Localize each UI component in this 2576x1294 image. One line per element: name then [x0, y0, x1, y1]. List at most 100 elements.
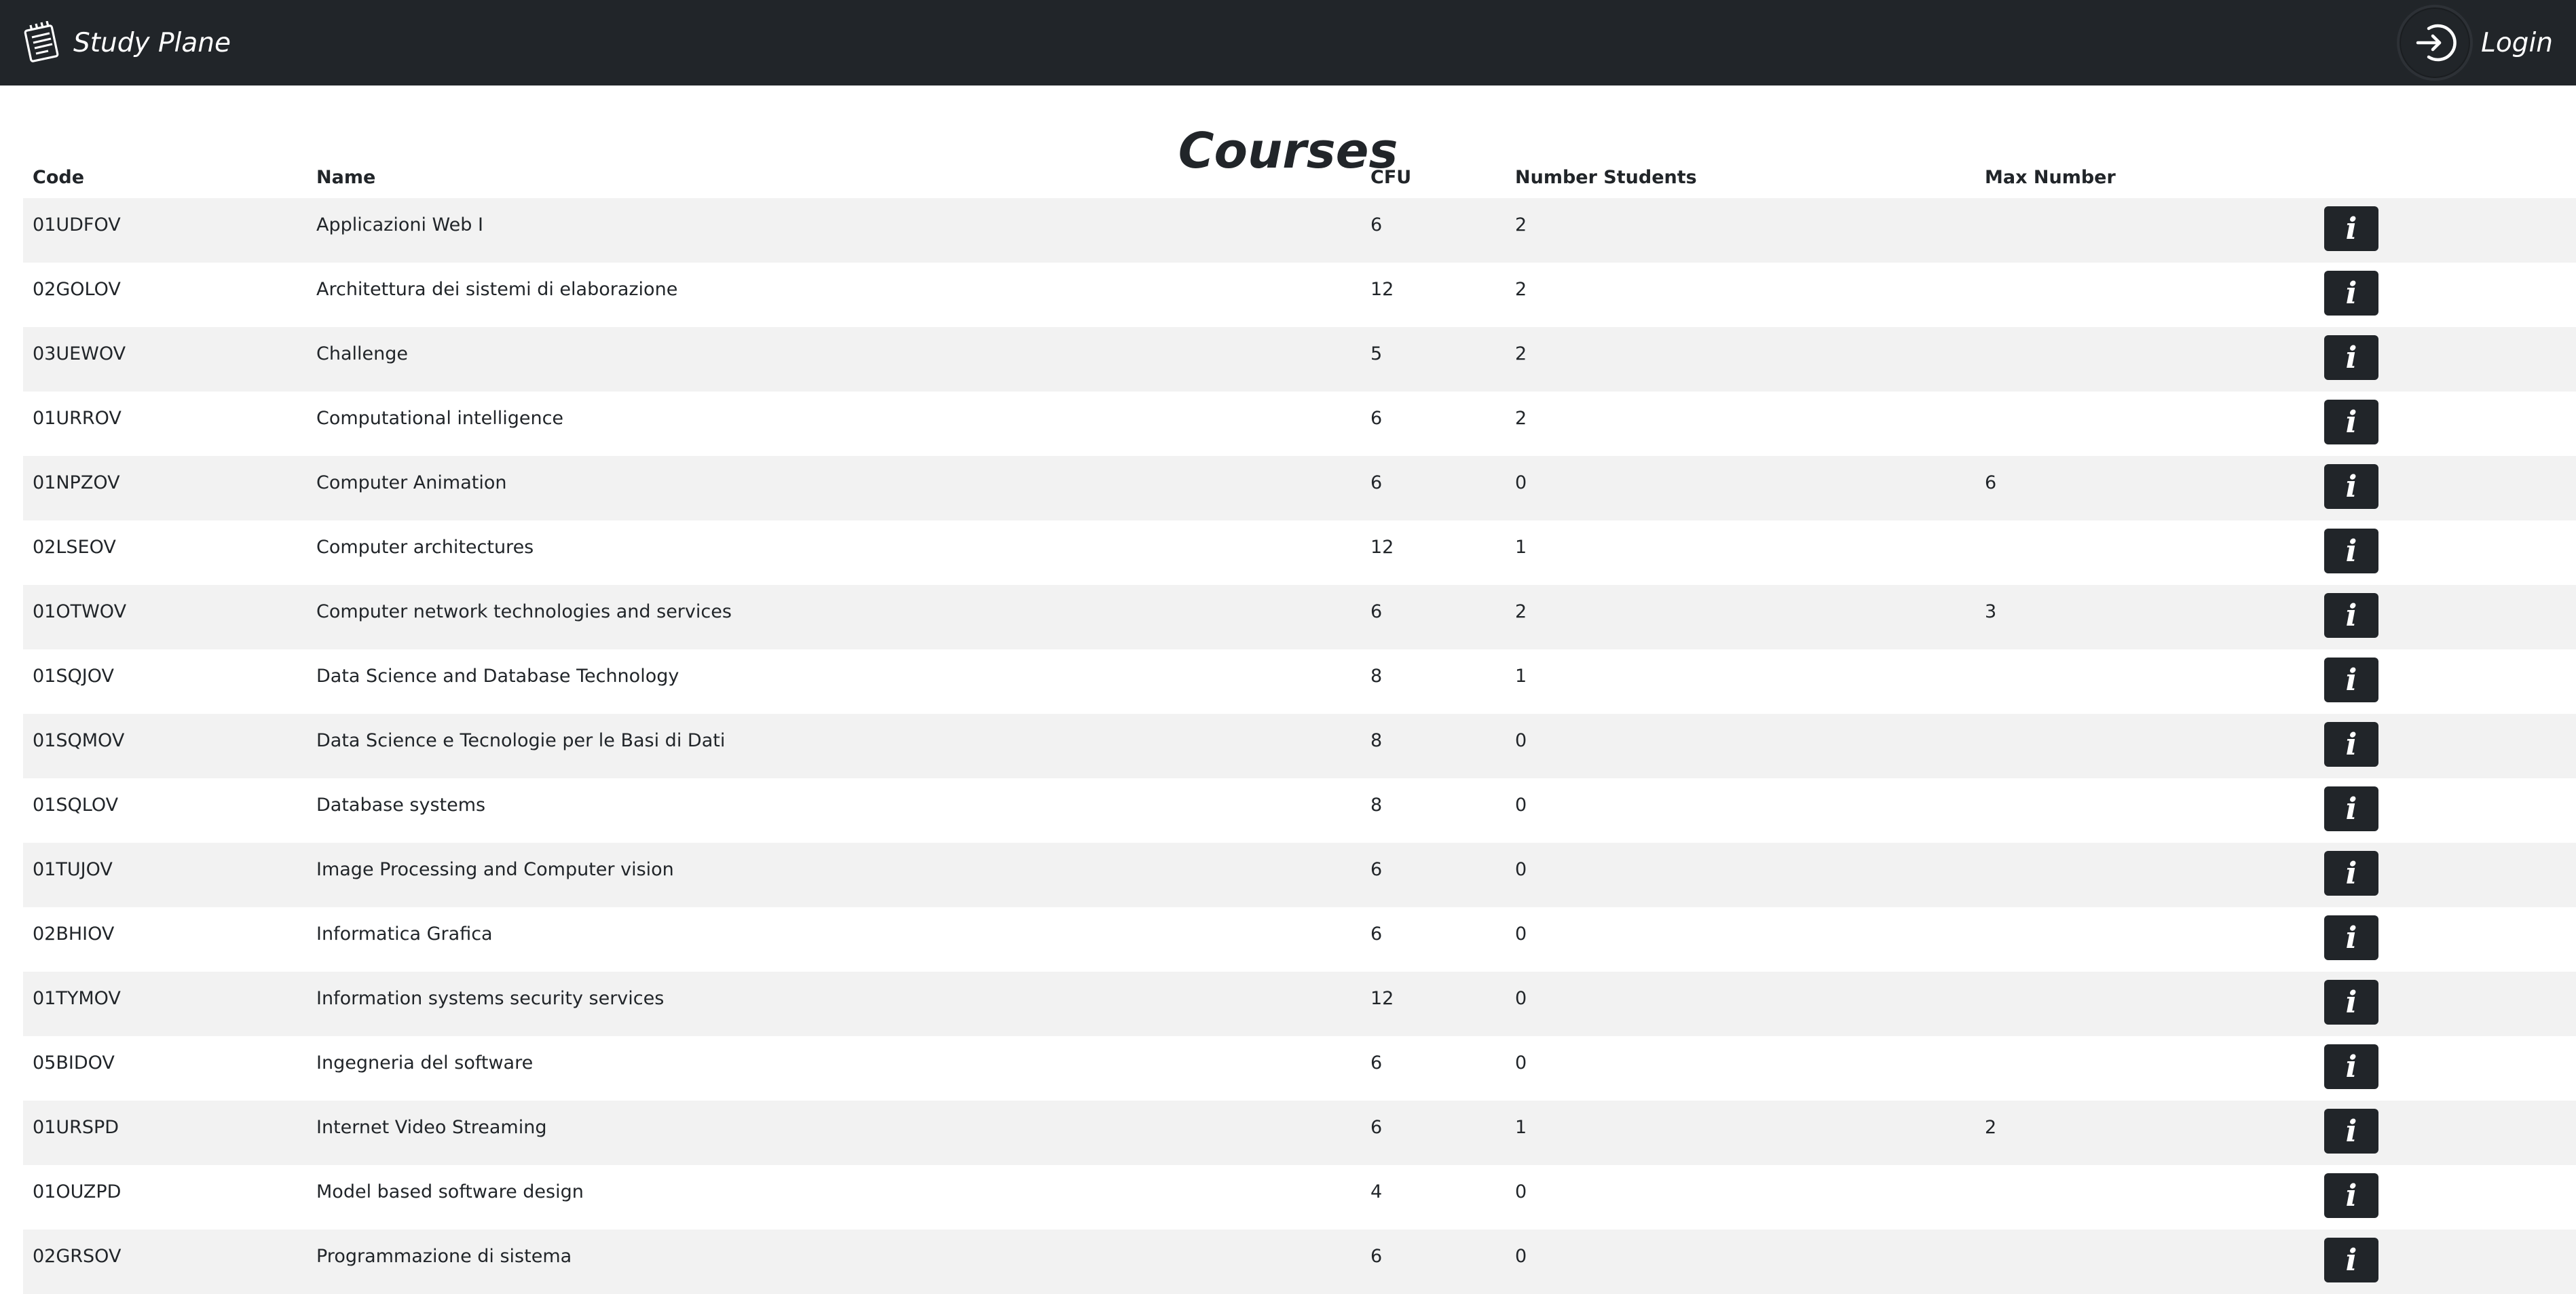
table-row: 01SQJOV Data Science and Database Technol… [23, 649, 2576, 714]
course-max-number [1975, 778, 2315, 843]
course-max-number [1975, 198, 2315, 263]
course-code: 03UEWOV [23, 327, 307, 392]
course-info-button[interactable]: i [2324, 206, 2378, 251]
course-actions-cell: i [2315, 327, 2576, 392]
table-row: 01URROV Computational intelligence 6 2 i [23, 392, 2576, 456]
course-info-button[interactable]: i [2324, 529, 2378, 573]
course-cfu: 6 [1361, 1036, 1506, 1101]
course-code: 01TUJOV [23, 843, 307, 907]
course-info-button[interactable]: i [2324, 722, 2378, 767]
table-row: 01URSPD Internet Video Streaming 6 1 2 i [23, 1101, 2576, 1165]
table-row: 01TYMOV Information systems security serv… [23, 972, 2576, 1036]
course-cfu: 8 [1361, 778, 1506, 843]
course-number-students: 0 [1506, 843, 1975, 907]
course-info-button[interactable]: i [2324, 1109, 2378, 1154]
course-cfu: 8 [1361, 714, 1506, 778]
course-name: Computer network technologies and servic… [307, 585, 1361, 649]
brand-link[interactable]: Study Plane [19, 20, 231, 66]
course-code: 05BIDOV [23, 1036, 307, 1101]
course-name: Data Science and Database Technology [307, 649, 1361, 714]
course-info-button[interactable]: i [2324, 400, 2378, 444]
table-row: 02GOLOV Architettura dei sistemi di elabo… [23, 263, 2576, 327]
course-name: Informatica Grafica [307, 907, 1361, 972]
course-number-students: 2 [1506, 327, 1975, 392]
course-actions-cell: i [2315, 1230, 2576, 1294]
course-info-button[interactable]: i [2324, 593, 2378, 638]
course-cfu: 8 [1361, 649, 1506, 714]
course-name: Data Science e Tecnologie per le Basi di… [307, 714, 1361, 778]
course-actions-cell: i [2315, 1036, 2576, 1101]
course-info-button[interactable]: i [2324, 1044, 2378, 1089]
table-row: 01UDFOV Applicazioni Web I62 i [23, 198, 2576, 263]
course-max-number [1975, 1165, 2315, 1230]
login-label[interactable]: Login [2481, 28, 2553, 58]
course-info-button[interactable]: i [2324, 1173, 2378, 1218]
course-number-students: 0 [1506, 778, 1975, 843]
table-row: 01NPZOV Computer Animation 6 0 6 i [23, 456, 2576, 520]
course-actions-cell: i [2315, 972, 2576, 1036]
table-row: 01TUJOV Image Processing and Computer vis… [23, 843, 2576, 907]
course-number-students: 0 [1506, 1165, 1975, 1230]
column-header-name: Name [316, 166, 376, 188]
course-number-students: 1 [1506, 520, 1975, 585]
course-info-button[interactable]: i [2324, 786, 2378, 831]
course-actions-cell: i [2315, 714, 2576, 778]
course-number-students: 0 [1506, 907, 1975, 972]
courses-table: Code Name CFU Number Students Max Number… [23, 156, 2576, 1294]
course-cfu: 12 [1361, 263, 1506, 327]
table-row: 01SQMOV Data Science e Tecnologie per le … [23, 714, 2576, 778]
course-actions-cell: i [2315, 198, 2576, 263]
course-info-button[interactable]: i [2324, 851, 2378, 896]
course-cfu: 6 [1361, 843, 1506, 907]
course-actions-cell: i [2315, 456, 2576, 520]
course-number-students: 2 [1506, 585, 1975, 649]
course-info-button[interactable]: i [2324, 335, 2378, 380]
course-max-number [1975, 520, 2315, 585]
top-navbar: Study Plane Login [0, 0, 2576, 85]
course-info-button[interactable]: i [2324, 980, 2378, 1025]
course-cfu: 6 [1361, 392, 1506, 456]
course-name: Computer Animation [307, 456, 1361, 520]
course-code: 02GRSOV [23, 1230, 307, 1294]
course-name: Model based software design [307, 1165, 1361, 1230]
course-code: 01OUZPD [23, 1165, 307, 1230]
course-cfu: 5 [1361, 327, 1506, 392]
course-info-button[interactable]: i [2324, 464, 2378, 509]
course-code: 02BHIOV [23, 907, 307, 972]
course-number-students: 0 [1506, 714, 1975, 778]
course-cfu: 6 [1361, 456, 1506, 520]
course-name: Ingegneria del software [307, 1036, 1361, 1101]
course-cfu: 12 [1361, 520, 1506, 585]
course-actions-cell: i [2315, 1165, 2576, 1230]
courses-table-body: 01UDFOV Applicazioni Web I 6 2 i 02GOLOV Archi… [23, 198, 2576, 1294]
course-info-button[interactable]: i [2324, 658, 2378, 702]
course-name: Architettura dei sistemi di elaborazione [307, 263, 1361, 327]
course-max-number [1975, 1036, 2315, 1101]
course-max-number [1975, 263, 2315, 327]
course-cfu: 12 [1361, 972, 1506, 1036]
course-info-button[interactable]: i [2324, 1238, 2378, 1282]
login-button[interactable]: Login [2397, 5, 2553, 81]
notepad-icon [19, 20, 65, 66]
course-code: 01SQJOV [23, 649, 307, 714]
course-actions-cell: i [2315, 520, 2576, 585]
column-header-code: Code [33, 166, 85, 188]
course-number-students: 0 [1506, 1230, 1975, 1294]
course-info-button[interactable]: i [2324, 271, 2378, 316]
brand-label: Study Plane [73, 27, 231, 58]
course-actions-cell: i [2315, 263, 2576, 327]
login-arrow-icon[interactable] [2397, 5, 2474, 81]
table-row: 05BIDOV Ingegneria del software 6 0 i [23, 1036, 2576, 1101]
course-cfu: 6 [1361, 585, 1506, 649]
course-code: 02LSEOV [23, 520, 307, 585]
course-number-students: 2 [1506, 392, 1975, 456]
course-name: Computational intelligence [307, 392, 1361, 456]
table-row: 02GRSOV Programmazione di sistema 6 0 i [23, 1230, 2576, 1294]
course-code: 01OTWOV [23, 585, 307, 649]
table-row: 01OTWOV Computer network technologies and… [23, 585, 2576, 649]
course-max-number: 2 [1975, 1101, 2315, 1165]
course-cfu: 6 [1361, 1101, 1506, 1165]
course-info-button[interactable]: i [2324, 915, 2378, 960]
table-row: 01OUZPD Model based software design 4 0 i [23, 1165, 2576, 1230]
table-row: 02LSEOV Computer architectures 12 1 i [23, 520, 2576, 585]
